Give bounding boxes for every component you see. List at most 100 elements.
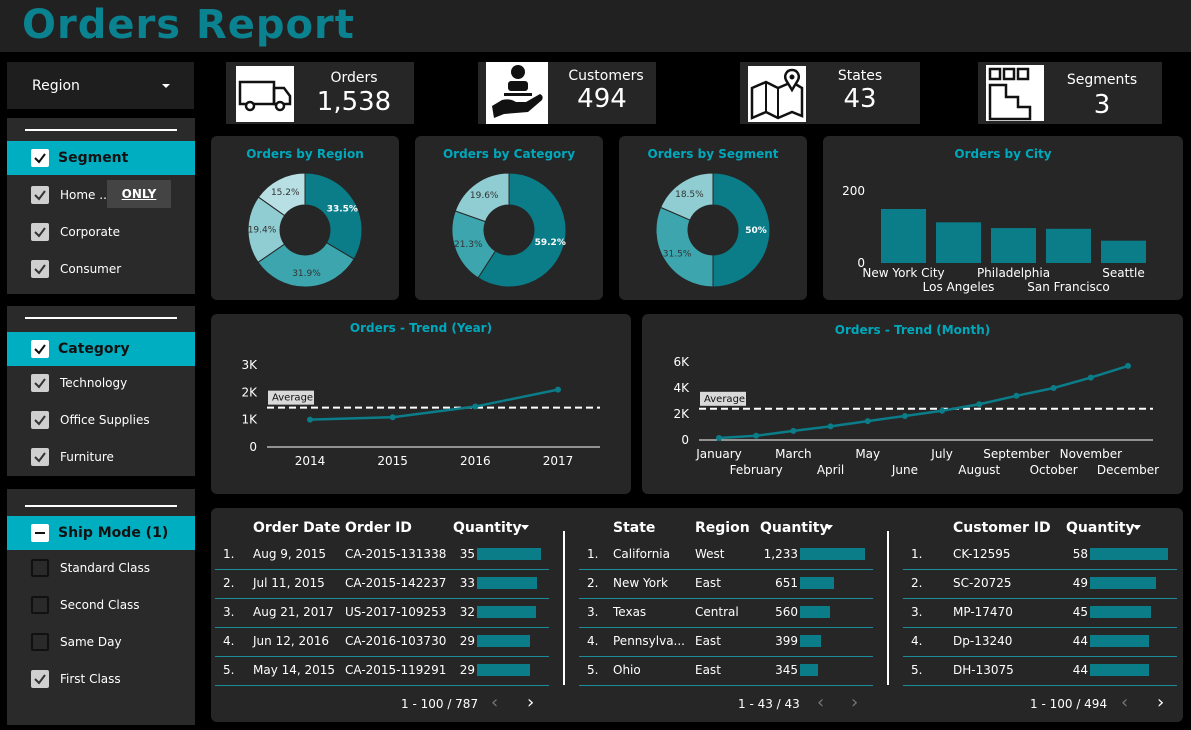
segment-item-consumer[interactable]: Consumer	[7, 255, 195, 285]
row-divider	[215, 685, 549, 686]
x-tick-label: New York City	[862, 266, 944, 280]
checkbox-icon[interactable]	[31, 559, 49, 577]
table-cell: CA-2016-103730	[345, 634, 447, 648]
ship-mode-item-same-day[interactable]: Same Day	[7, 628, 195, 658]
bar[interactable]	[936, 222, 981, 263]
checkbox-icon[interactable]	[31, 186, 49, 204]
table-cell: 345	[775, 663, 798, 677]
category-item-office-supplies[interactable]: Office Supplies	[7, 406, 195, 436]
data-point[interactable]	[555, 386, 561, 393]
column-header[interactable]: Quantity	[760, 520, 829, 536]
sort-desc-icon[interactable]	[521, 525, 529, 531]
table-cell: 3.	[587, 605, 599, 619]
data-point[interactable]	[864, 418, 871, 425]
data-point[interactable]	[1087, 374, 1094, 381]
checkbox-icon[interactable]	[31, 670, 49, 688]
ship-mode-item-standard[interactable]: Standard Class	[7, 554, 195, 584]
data-point[interactable]	[939, 407, 946, 414]
prev-page-icon[interactable]: ‹	[491, 692, 498, 713]
kpi-orders: Orders 1,538	[226, 62, 414, 124]
table-cell: 44	[1072, 634, 1088, 648]
next-page-icon[interactable]: ›	[1157, 692, 1164, 713]
donut-slice[interactable]	[655, 206, 714, 288]
checkbox-icon[interactable]	[31, 260, 49, 278]
next-page-icon[interactable]: ›	[851, 692, 858, 713]
data-point[interactable]	[1013, 392, 1020, 399]
x-tick-label: Seattle	[1102, 266, 1144, 280]
data-point[interactable]	[753, 432, 760, 439]
prev-page-icon[interactable]: ‹	[817, 692, 824, 713]
data-point[interactable]	[1125, 362, 1131, 369]
table-cell: 5.	[223, 663, 235, 677]
segment-item-corporate[interactable]: Corporate	[7, 218, 195, 248]
column-header[interactable]: Region	[695, 520, 750, 536]
donut-slice[interactable]	[304, 172, 363, 260]
pagination-label: 1 - 100 / 787	[401, 697, 479, 711]
data-point[interactable]	[976, 401, 983, 408]
van-icon	[236, 66, 294, 122]
table-cell: CA-2015-131338	[345, 547, 447, 561]
table-cell: Aug 21, 2017	[253, 605, 334, 619]
data-point[interactable]	[827, 423, 834, 430]
quantity-bar	[1090, 577, 1156, 589]
column-header[interactable]: Order Date	[253, 520, 340, 536]
chart-orders-by-region: Orders by Region 33.5% 31.9% 19.4% 15.2%	[211, 136, 399, 300]
category-item-furniture[interactable]: Furniture	[7, 443, 195, 473]
next-page-icon[interactable]: ›	[527, 692, 534, 713]
column-header[interactable]: Customer ID	[953, 520, 1051, 536]
prev-page-icon[interactable]: ‹	[1121, 692, 1128, 713]
segment-filter-header[interactable]: Segment	[7, 141, 195, 175]
bar[interactable]	[1101, 240, 1146, 263]
ship-mode-filter-header[interactable]: Ship Mode (1)	[7, 516, 195, 550]
ship-mode-item-first[interactable]: First Class	[7, 665, 195, 695]
category-header-label: Category	[58, 341, 130, 357]
checkbox-icon[interactable]	[31, 633, 49, 651]
quantity-bar	[477, 548, 541, 560]
table-cell: Jun 12, 2016	[253, 634, 330, 648]
only-button[interactable]: ONLY	[107, 180, 171, 208]
checkbox-icon[interactable]	[31, 223, 49, 241]
y-tick-label: 0	[681, 433, 689, 447]
data-point[interactable]	[472, 403, 479, 410]
data-point[interactable]	[1050, 385, 1057, 391]
bar[interactable]	[881, 209, 926, 263]
column-header[interactable]: Quantity	[1066, 520, 1135, 536]
column-header[interactable]: State	[613, 520, 655, 536]
data-point[interactable]	[716, 435, 722, 442]
checkbox-icon[interactable]	[31, 374, 49, 392]
donut-chart: 50% 31.5% 18.5%	[655, 172, 771, 288]
row-divider	[903, 598, 1177, 599]
x-tick-label: March	[775, 447, 812, 461]
kpi-label: Orders	[330, 70, 378, 86]
data-point[interactable]	[389, 414, 396, 421]
region-dropdown[interactable]: Region	[7, 62, 194, 109]
minus-checkbox-icon[interactable]	[31, 524, 49, 542]
checkbox-icon[interactable]	[31, 149, 49, 167]
segment-item-label: Corporate	[60, 225, 120, 239]
sort-desc-icon[interactable]	[825, 525, 833, 531]
category-filter-header[interactable]: Category	[7, 332, 195, 366]
table-cell: 33	[459, 576, 475, 590]
quantity-bar	[477, 577, 538, 589]
ship-mode-item-second[interactable]: Second Class	[7, 591, 195, 621]
slice-label: 19.6%	[470, 191, 499, 201]
data-point[interactable]	[901, 412, 908, 419]
table-cell: CK-12595	[953, 547, 1011, 561]
slice-label: 31.5%	[663, 250, 692, 260]
checkbox-icon[interactable]	[31, 448, 49, 466]
checkbox-icon[interactable]	[31, 411, 49, 429]
data-point[interactable]	[307, 416, 313, 423]
sort-desc-icon[interactable]	[1133, 525, 1141, 531]
category-item-technology[interactable]: Technology	[7, 369, 195, 399]
checkbox-icon[interactable]	[31, 596, 49, 614]
column-header[interactable]: Order ID	[345, 520, 412, 536]
table-cell: MP-17470	[953, 605, 1013, 619]
x-tick-label: November	[1060, 447, 1122, 461]
chart-orders-by-city: Orders by City 0 200 New York City Los Ange…	[823, 136, 1183, 300]
bar[interactable]	[991, 228, 1036, 263]
data-point[interactable]	[790, 427, 797, 434]
column-header[interactable]: Quantity	[453, 520, 522, 536]
bar[interactable]	[1046, 228, 1091, 263]
checkbox-icon[interactable]	[31, 340, 49, 358]
y-tick-label: 200	[842, 184, 865, 198]
